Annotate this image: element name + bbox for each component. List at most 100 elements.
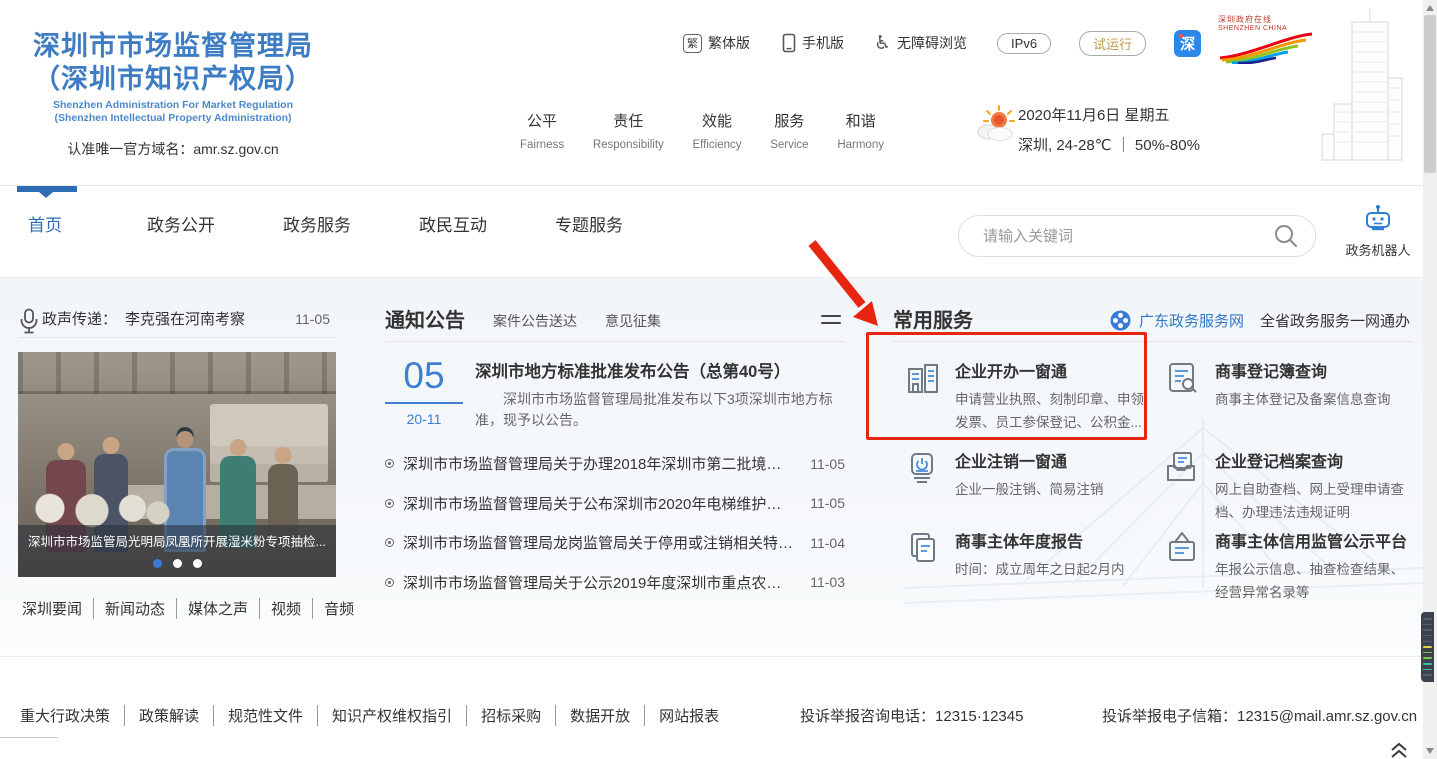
more-icon[interactable] [821,310,841,329]
nav-item-home[interactable]: 首页 [28,211,62,236]
search-input[interactable] [959,228,1273,245]
guangdong-service-link[interactable]: 广东政务服务网 [1139,310,1244,331]
complaint-email-label: 投诉举报电子信箱： [1102,708,1237,725]
notice-title[interactable]: 深圳市市场监督管理局关于公布深圳市2020年电梯维护保养... [403,493,796,514]
notice-list: 深圳市市场监督管理局关于办理2018年深圳市第二批境外商... 11-05 深圳… [385,444,845,602]
accessibility-label: 无障碍浏览 [897,33,967,53]
value-cn: 公平 [520,110,564,131]
service-annual-report[interactable]: 商事主体年度报告 时间：成立周年之日起2月内 [893,528,1153,624]
nav-item-special-services[interactable]: 专题服务 [555,211,623,236]
link-shenzhen-news[interactable]: 深圳要闻 [18,598,94,619]
service-company-open[interactable]: 企业开办一窗通 申请营业执照、刻制印章、申领发票、员工参保登记、公积金... [893,358,1153,448]
notice-title[interactable]: 深圳市市场监督管理局关于办理2018年深圳市第二批境外商... [403,453,796,474]
search-box [958,215,1316,257]
scroll-down-arrow-icon[interactable] [1426,748,1434,754]
featured-notice[interactable]: 05 20-11 深圳市地方标准批准发布公告（总第40号） 深圳市市场监督管理局… [385,356,845,444]
service-title[interactable]: 商事主体年度报告 [955,528,1147,552]
footer-link-ip-guidance[interactable]: 知识产权维权指引 [318,705,467,726]
service-credit-platform[interactable]: 商事主体信用监管公示平台 年报公示信息、抽查检查结果、经营异常名录等 [1153,528,1410,624]
service-desc: 申请营业执照、刻制印章、申领发票、员工参保登记、公积金... [955,388,1147,434]
accessibility-button[interactable]: ♿ 无障碍浏览 [874,33,967,53]
complaint-email-address[interactable]: 12315@mail.amr.sz.gov.cn [1237,708,1417,725]
tab-case-announcements[interactable]: 案件公告送达 [493,311,577,333]
value-responsibility: 责任 Responsibility [593,110,664,151]
active-tab-indicator [17,186,77,192]
traditional-chinese-icon: 繁 [683,34,702,53]
carousel-dot-2[interactable] [173,559,182,568]
featured-month: 20-11 [385,411,463,427]
rainbow-wing-icon [1218,32,1314,64]
site-logo[interactable]: 深圳市市场监督管理局 （深圳市知识产权局） Shenzhen Administr… [28,30,318,159]
service-desc: 商事主体登记及备案信息查询 [1215,388,1404,411]
bullet-icon [385,578,394,587]
i-shenzhen-app-icon[interactable]: 深 [1174,30,1201,57]
carousel-dot-1[interactable] [153,559,162,568]
tab-opinion-solicitation[interactable]: 意见征集 [605,311,661,333]
carousel-dots [18,559,336,568]
search-icon[interactable] [1273,223,1299,249]
browser-extension-widget[interactable] [1421,612,1434,682]
carousel-caption[interactable]: 深圳市市场监管局光明局凤凰所开展湿米粉专项抽检... [18,531,336,550]
link-audio[interactable]: 音频 [313,598,365,619]
footer-link-open-data[interactable]: 数据开放 [556,705,645,726]
ipv6-badge[interactable]: IPv6 [997,33,1051,54]
notice-title[interactable]: 深圳市市场监督管理局龙岗监管局关于停用或注销相关特种... [403,532,796,553]
carousel-dot-3[interactable] [193,559,202,568]
value-cn: 责任 [593,110,664,131]
value-cn: 服务 [770,110,808,131]
link-media-voice[interactable]: 媒体之声 [177,598,260,619]
notices-header: 通知公告 案件公告送达 意见征集 [385,304,845,333]
link-video[interactable]: 视频 [260,598,313,619]
tab-notices-active[interactable]: 通知公告 [385,304,465,333]
province-service-note[interactable]: 全省政务服务一网通办 [1260,310,1410,331]
weather-sun-cloud-icon [972,104,1018,144]
service-title[interactable]: 企业开办一窗通 [955,358,1147,382]
weather-info: 深圳, 24-28℃ ｜ 50%-80% [1018,134,1200,155]
value-efficiency: 效能 Efficiency [693,110,742,151]
nav-item-gov-services[interactable]: 政务服务 [283,211,351,236]
notice-item[interactable]: 深圳市市场监督管理局龙岗监管局关于停用或注销相关特种... 11-04 [385,523,845,563]
gov-robot-label: 政务机器人 [1342,240,1414,259]
credit-platform-icon [1164,530,1200,566]
bullet-icon [385,538,394,547]
service-title[interactable]: 企业登记档案查询 [1215,448,1404,472]
news-carousel[interactable]: 深圳市市场监管局光明局凤凰所开展湿米粉专项抽检... [18,352,336,577]
scroll-up-arrow-icon[interactable] [1426,5,1434,11]
traditional-chinese-button[interactable]: 繁 繁体版 [683,33,750,53]
service-desc: 年报公示信息、抽查检查结果、经营异常名录等 [1215,558,1404,604]
service-title[interactable]: 商事登记簿查询 [1215,358,1404,382]
nav-item-public-interaction[interactable]: 政民互动 [419,211,487,236]
value-en: Efficiency [693,139,742,151]
service-title[interactable]: 商事主体信用监管公示平台 [1215,528,1404,552]
featured-title[interactable]: 深圳市地方标准批准发布公告（总第40号） [475,358,845,382]
notice-title[interactable]: 深圳市市场监督管理局关于公示2019年度深圳市重点农业龙... [403,572,796,593]
scrollbar-thumb[interactable] [1424,15,1436,173]
service-title[interactable]: 企业注销一窗通 [955,448,1147,472]
value-harmony: 和谐 Harmony [837,110,884,151]
official-domain-note: 认准唯一官方域名：amr.sz.gov.cn [28,139,318,159]
footer-link-bidding[interactable]: 招标采购 [467,705,556,726]
back-to-top-icon[interactable] [1388,741,1410,759]
service-company-cancel[interactable]: 企业注销一窗通 企业一般注销、简易注销 [893,448,1153,528]
featured-day: 05 [385,356,463,396]
featured-date-line [385,402,463,404]
wheelchair-icon: ♿ [874,34,891,53]
link-news-updates[interactable]: 新闻动态 [94,598,177,619]
notice-item[interactable]: 深圳市市场监督管理局关于办理2018年深圳市第二批境外商... 11-05 [385,444,845,484]
gov-robot-button[interactable]: 政务机器人 [1342,204,1414,259]
ticker-headline[interactable]: 李克强在河南考察 [125,308,295,329]
value-en: Harmony [837,139,884,151]
service-desc: 企业一般注销、简易注销 [955,478,1147,501]
service-archive-query[interactable]: 企业登记档案查询 网上自助查档、网上受理申请查档、办理违法违规证明 [1153,448,1410,528]
footer-link-site-report[interactable]: 网站报表 [645,705,733,726]
notice-item[interactable]: 深圳市市场监督管理局关于公示2019年度深圳市重点农业龙... 11-03 [385,563,845,603]
nav-item-gov-disclosure[interactable]: 政务公开 [147,211,215,236]
footer-link-policy-reading[interactable]: 政策解读 [125,705,214,726]
service-register-book-query[interactable]: 商事登记簿查询 商事主体登记及备案信息查询 [1153,358,1410,448]
footer-link-major-decisions[interactable]: 重大行政决策 [20,705,125,726]
mobile-version-button[interactable]: 手机版 [782,33,844,53]
trial-run-badge[interactable]: 试运行 [1079,31,1146,56]
divider [893,341,1413,342]
notice-item[interactable]: 深圳市市场监督管理局关于公布深圳市2020年电梯维护保养... 11-05 [385,484,845,524]
footer-link-normative-docs[interactable]: 规范性文件 [214,705,318,726]
